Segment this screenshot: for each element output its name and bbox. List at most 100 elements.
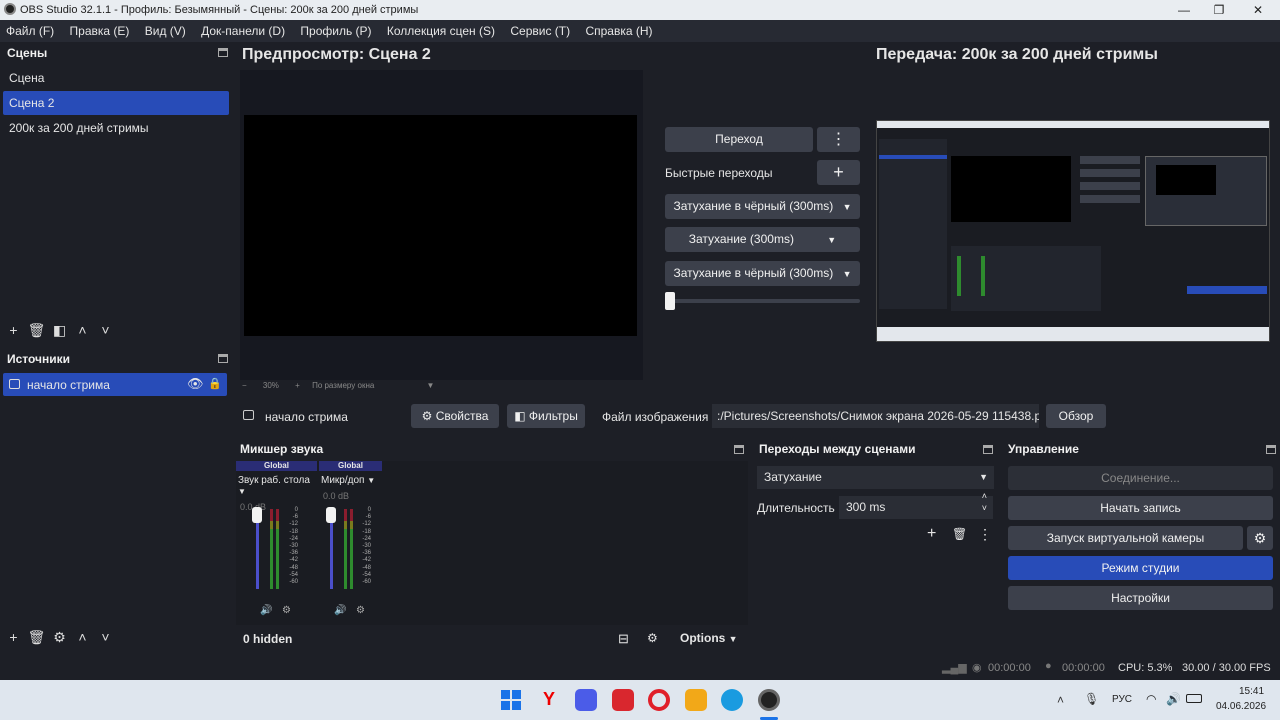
channel-name-label: Микр/доп [321, 475, 365, 486]
obs-logo-icon [4, 3, 16, 15]
undock-icon[interactable] [218, 48, 228, 57]
menu-edit[interactable]: Правка (E) [64, 20, 136, 42]
obs-taskbar-icon[interactable] [758, 689, 780, 711]
minimize-button[interactable]: — [1172, 2, 1196, 18]
quick-transition-1[interactable]: Затухание в чёрный (300ms) ▼ [665, 194, 860, 219]
mini-meter [981, 256, 985, 296]
add-quick-transition-icon[interactable]: + [817, 160, 860, 185]
remove-source-icon[interactable]: 🗑 [25, 629, 48, 646]
undock-icon[interactable] [734, 445, 744, 454]
scenes-dock: Сцены Сцена Сцена 2 200к за 200 дней стр… [0, 42, 232, 347]
menu-scene-collection[interactable]: Коллекция сцен (S) [381, 20, 501, 42]
wifi-icon[interactable]: ◠ [1146, 692, 1156, 706]
more-icon[interactable]: ⋮ [978, 526, 992, 543]
transition-select[interactable]: Затухание ▼ [757, 466, 994, 489]
gear-icon[interactable]: ⚙ [1247, 526, 1273, 550]
program-title: Передача: 200к за 200 дней стримы [876, 46, 1158, 63]
remove-scene-icon[interactable]: 🗑 [25, 322, 48, 339]
layout-icon[interactable]: ⊟ [618, 631, 629, 647]
spin-icon[interactable]: ˄ ˅ [982, 490, 987, 514]
start-icon[interactable] [501, 690, 521, 710]
move-up-icon[interactable]: ˄ [71, 629, 94, 645]
zoom-out-icon[interactable]: − [242, 381, 247, 390]
menu-file[interactable]: Файл (F) [0, 20, 60, 42]
language-indicator[interactable]: РУС [1112, 694, 1132, 705]
microphone-icon[interactable]: 🎙 [1084, 692, 1099, 706]
mini-button [1080, 195, 1140, 203]
preview-canvas[interactable] [240, 70, 643, 380]
opera-icon[interactable] [648, 689, 670, 711]
gear-icon[interactable]: ⚙ [48, 629, 71, 646]
menu-profile[interactable]: Профиль (P) [294, 20, 377, 42]
messenger-icon[interactable] [575, 689, 597, 711]
chevron-up-icon[interactable]: ˄ [1057, 693, 1064, 707]
move-down-icon[interactable]: ˅ [94, 322, 117, 338]
undock-icon[interactable] [1266, 445, 1276, 454]
add-transition-icon[interactable]: + [927, 525, 936, 543]
mixer-settings-icon[interactable]: ⚙ [356, 605, 365, 616]
zoom-in-icon[interactable]: + [295, 381, 300, 390]
channel-name[interactable]: Звук раб. стола ▼ [236, 475, 317, 497]
lock-icon[interactable]: 🔒 [208, 377, 222, 390]
zoom-level: 30% [262, 381, 279, 390]
menu-help[interactable]: Справка (H) [579, 20, 658, 42]
speaker-icon[interactable]: 🔊 [260, 605, 272, 616]
volume-handle[interactable] [252, 507, 262, 523]
battery-icon[interactable] [1186, 694, 1202, 703]
options-button[interactable]: Options ▼ [680, 631, 738, 645]
image-source-icon [9, 379, 20, 389]
remove-transition-icon[interactable]: 🗑 [952, 527, 967, 541]
volume-handle[interactable] [326, 507, 336, 523]
mixer-channel: Global Звук раб. стола ▼ 0.0 dB 0-6-12-1… [236, 461, 317, 625]
transition-button[interactable]: Переход [665, 127, 813, 152]
menu-docks[interactable]: Док-панели (D) [195, 20, 291, 42]
start-recording-button[interactable]: Начать запись [1008, 496, 1273, 520]
clock-date[interactable]: 04.06.2026 [1216, 701, 1266, 712]
undock-icon[interactable] [218, 354, 228, 363]
undock-icon[interactable] [983, 445, 993, 454]
chevron-down-icon[interactable]: ▼ [427, 381, 435, 390]
maximize-button[interactable]: ❐ [1207, 2, 1231, 18]
browse-button[interactable]: Обзор [1046, 404, 1106, 428]
scene-item[interactable]: Сцена [0, 66, 232, 90]
game-icon[interactable] [685, 689, 707, 711]
filter-icon: ◧ [514, 409, 526, 423]
move-down-icon[interactable]: ˅ [94, 629, 117, 645]
transition-slider[interactable] [665, 292, 860, 310]
connect-button[interactable]: Соединение... [1008, 466, 1273, 490]
advanced-audio-icon[interactable]: ⚙ [647, 631, 658, 645]
virtual-camera-button[interactable]: Запуск виртуальной камеры [1008, 526, 1243, 550]
filters-icon[interactable]: ◧ [48, 322, 71, 339]
sources-dock: Источники начало стрима 👁 🔒 + 🗑 ⚙ ˄ ˅ [0, 349, 232, 654]
filters-button[interactable]: ◧ Фильтры [507, 404, 585, 428]
more-icon[interactable]: ⋮ [817, 127, 860, 152]
scene-item[interactable]: 200к за 200 дней стримы [0, 116, 232, 140]
clock-time[interactable]: 15:41 [1239, 686, 1264, 697]
source-item[interactable]: начало стрима 👁 🔒 [3, 373, 227, 396]
eye-icon[interactable]: 👁 [187, 376, 204, 392]
add-scene-icon[interactable]: + [2, 322, 25, 338]
yandex-browser-icon[interactable]: Y [538, 689, 560, 711]
scene-item-selected[interactable]: Сцена 2 [3, 91, 229, 115]
speaker-icon[interactable]: 🔊 [334, 605, 346, 616]
properties-button[interactable]: ⚙ Свойства [411, 404, 499, 428]
quick-transition-2[interactable]: Затухание (300ms) ▼ [665, 227, 860, 252]
settings-button[interactable]: Настройки [1008, 586, 1273, 610]
channel-name[interactable]: Микр/доп ▼ [319, 475, 382, 486]
menu-tools[interactable]: Сервис (T) [504, 20, 576, 42]
edge-icon[interactable] [721, 689, 743, 711]
add-source-icon[interactable]: + [2, 629, 25, 645]
app-icon[interactable] [612, 689, 634, 711]
close-button[interactable]: ✕ [1246, 2, 1270, 18]
duration-input[interactable]: 300 ms ˄ ˅ [839, 491, 993, 519]
studio-mode-button[interactable]: Режим студии [1008, 556, 1273, 580]
slider-handle[interactable] [665, 292, 675, 310]
image-path-field[interactable]: :/Pictures/Screenshots/Снимок экрана 202… [712, 404, 1039, 428]
move-up-icon[interactable]: ˄ [71, 322, 94, 338]
quick-transition-3[interactable]: Затухание в чёрный (300ms) ▼ [665, 261, 860, 286]
menu-view[interactable]: Вид (V) [139, 20, 192, 42]
volume-icon[interactable]: 🔊 [1166, 692, 1181, 706]
mixer-settings-icon[interactable]: ⚙ [282, 605, 291, 616]
mini-taskbar [877, 327, 1269, 341]
fit-mode[interactable]: По размеру окна [312, 381, 374, 390]
